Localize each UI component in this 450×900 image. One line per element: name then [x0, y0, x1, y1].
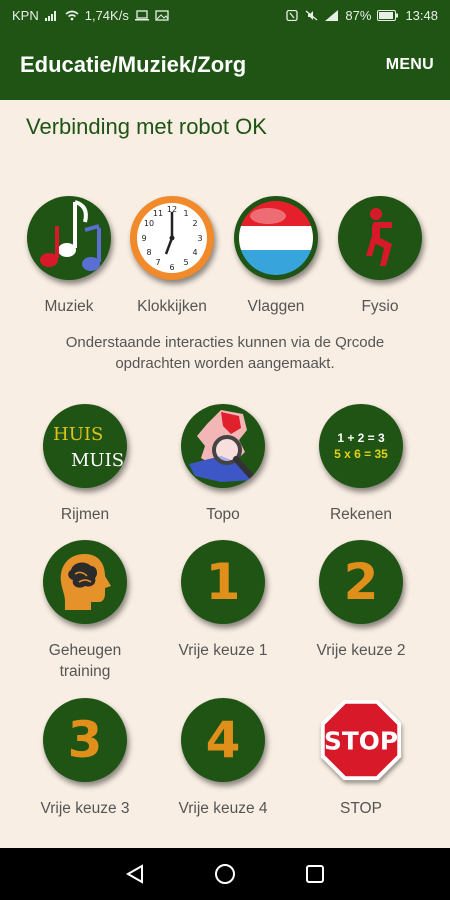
- svg-text:4: 4: [192, 248, 197, 257]
- recents-square-icon: [306, 865, 324, 883]
- number-glyph: 3: [67, 711, 103, 769]
- app-bar: Educatie/Muziek/Zorg MENU: [0, 30, 450, 100]
- number-glyph: 1: [205, 553, 241, 611]
- svg-text:8: 8: [146, 248, 151, 257]
- tile-label: Rekenen: [329, 506, 393, 523]
- tile-label: Muziek: [44, 298, 94, 315]
- clock-icon: 12 1 2 345 678 9 10 11: [130, 196, 214, 280]
- system-nav-bar: [0, 848, 450, 900]
- tile-label-line-1: Geheugen: [48, 642, 122, 659]
- home-circle-icon: [215, 864, 235, 884]
- map-magnifier-icon: [181, 404, 265, 488]
- tile-label: Vlaggen: [247, 298, 305, 315]
- rhyme-word-2: MUIS: [71, 450, 125, 471]
- tile-vrije-keuze-4[interactable]: 4 Vrije keuze 4: [168, 698, 278, 819]
- back-triangle-icon: [125, 864, 143, 884]
- tile-vrije-keuze-2[interactable]: 2 Vrije keuze 2: [306, 540, 416, 661]
- svg-text:3: 3: [197, 234, 202, 243]
- svg-text:7: 7: [155, 258, 160, 267]
- number-3-icon: 3: [43, 698, 127, 782]
- number-glyph: 2: [343, 553, 379, 611]
- network-speed: 1,74K/s: [84, 7, 129, 23]
- battery-icon: [377, 9, 399, 21]
- tile-label-line-2: training: [59, 663, 111, 680]
- app-title: Educatie/Muziek/Zorg: [20, 52, 247, 77]
- tile-label: Vrije keuze 1: [178, 642, 268, 659]
- wifi-icon: [65, 10, 79, 20]
- svg-text:2: 2: [192, 219, 197, 228]
- tile-rekenen[interactable]: 1 + 2 = 3 5 x 6 = 35 Rekenen: [306, 404, 416, 525]
- brain-head-icon: [43, 540, 127, 624]
- battery-percent: 87%: [345, 7, 372, 23]
- status-bar: KPN 1,74K/s 87% 13:48: [0, 0, 450, 30]
- tile-label: Fysio: [361, 298, 399, 315]
- tile-vrije-keuze-3[interactable]: 3 Vrije keuze 3: [30, 698, 140, 819]
- tile-muziek[interactable]: Muziek: [14, 196, 124, 317]
- recents-button[interactable]: [300, 859, 330, 889]
- tile-topo[interactable]: Topo: [168, 404, 278, 525]
- menu-button[interactable]: MENU: [386, 56, 434, 74]
- tile-label-geheugen: Geheugen training: [49, 640, 121, 682]
- tile-label: Vrije keuze 4: [178, 800, 268, 817]
- laptop-icon: [134, 9, 149, 20]
- tile-label: Vrije keuze 3: [40, 800, 130, 817]
- tile-geheugen-training[interactable]: Geheugen training: [30, 540, 140, 682]
- math-icon: 1 + 2 = 3 5 x 6 = 35: [319, 404, 403, 488]
- svg-text:1: 1: [183, 209, 188, 218]
- number-glyph: 4: [205, 711, 241, 769]
- math-line-2: 5 x 6 = 35: [334, 447, 388, 461]
- svg-text:5: 5: [183, 258, 188, 267]
- tile-rijmen[interactable]: HUIS MUIS Rijmen: [30, 404, 140, 525]
- svg-text:11: 11: [153, 209, 163, 218]
- tile-label: Rijmen: [60, 506, 110, 523]
- tile-vrije-keuze-1[interactable]: 1 Vrije keuze 1: [168, 540, 278, 661]
- svg-text:9: 9: [141, 234, 146, 243]
- signal-icon: [44, 10, 56, 21]
- home-button[interactable]: [210, 859, 240, 889]
- math-line-1: 1 + 2 = 3: [337, 431, 385, 445]
- tile-stop[interactable]: STOP STOP: [306, 698, 416, 819]
- tile-label: Vrije keuze 2: [316, 642, 406, 659]
- flag-ball-icon: [234, 196, 318, 280]
- back-button[interactable]: [120, 859, 150, 889]
- rhyme-icon: HUIS MUIS: [43, 404, 127, 488]
- tile-label: STOP: [340, 800, 382, 817]
- tile-label: Klokkijken: [137, 298, 207, 315]
- fysio-figure-icon: [338, 196, 422, 280]
- stop-sign-icon: STOP: [319, 698, 403, 782]
- nfc-icon: [286, 9, 299, 21]
- number-1-icon: 1: [181, 540, 265, 624]
- tile-vlaggen[interactable]: Vlaggen: [221, 196, 331, 317]
- music-notes-icon: [27, 196, 111, 280]
- tile-fysio[interactable]: Fysio: [325, 196, 435, 317]
- info-text: Onderstaande interacties kunnen via de Q…: [65, 334, 385, 372]
- stop-sign-text: STOP: [324, 727, 398, 756]
- number-2-icon: 2: [319, 540, 403, 624]
- number-4-icon: 4: [181, 698, 265, 782]
- svg-text:6: 6: [169, 263, 174, 272]
- mute-icon: [306, 9, 318, 21]
- image-notification-icon: [155, 9, 169, 21]
- connection-status: Verbinding met robot OK: [26, 114, 267, 139]
- carrier-label: KPN: [12, 7, 39, 23]
- clock-time: 13:48: [405, 7, 438, 23]
- tile-label: Topo: [206, 506, 240, 523]
- rhyme-word-1: HUIS: [53, 424, 104, 445]
- svg-text:10: 10: [144, 219, 154, 228]
- tile-klokkijken[interactable]: 12 1 2 345 678 9 10 11 Klokkijken: [117, 196, 227, 317]
- signal-strength-icon: [325, 9, 339, 21]
